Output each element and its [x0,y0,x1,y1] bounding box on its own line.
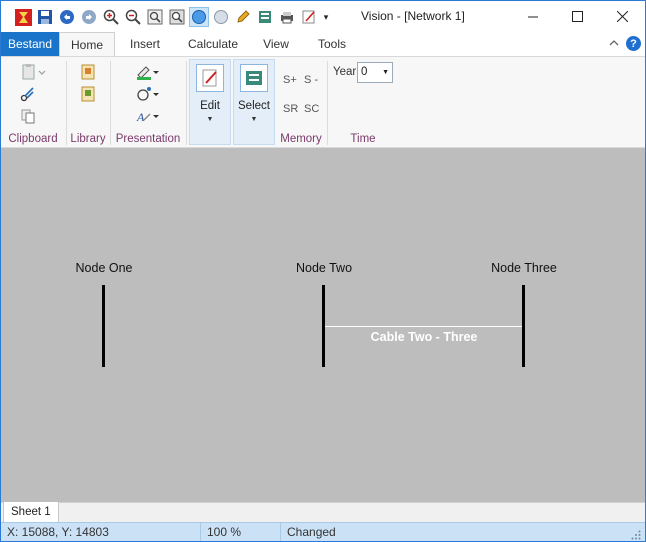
group-separator [186,61,187,145]
year-label: Year [333,66,357,78]
tab-calculate[interactable]: Calculate [181,32,245,56]
cable-line[interactable] [325,326,522,327]
node-label: Node Two [295,261,353,275]
node-label: Node Three [491,261,557,275]
group-label-library: Library [70,133,106,145]
maximize-button[interactable] [554,1,600,31]
node-busbar-one[interactable] [102,285,105,367]
status-bar: X: 15088, Y: 14803 100 % Changed [1,522,645,541]
memory-clear-button[interactable]: S - [304,74,318,86]
circle-mode-icon[interactable] [211,7,231,27]
sheet-tab[interactable]: Sheet 1 [3,502,59,523]
pencil-icon[interactable] [233,7,253,27]
select-label: Select [238,100,270,112]
app-logo-icon[interactable] [13,7,33,27]
group-label-time: Time [350,133,376,145]
status-coordinates: X: 15088, Y: 14803 [1,523,201,541]
chevron-down-icon: ▼ [382,69,389,76]
zoom-all-icon[interactable] [167,7,187,27]
tab-view[interactable]: View [253,32,299,56]
cable-label: Cable Two - Three [370,330,478,344]
quick-access-toolbar: ▾ [13,6,331,28]
edit-note-icon[interactable] [299,7,319,27]
edit-icon [196,64,224,92]
group-clipboard: Clipboard [1,57,65,148]
select-mode-icon[interactable] [189,7,209,27]
ribbon-tabs: Bestand Home Insert Calculate View Tools [1,32,645,57]
tab-home[interactable]: Home [59,32,115,57]
memory-store-button[interactable]: S+ [283,74,297,86]
group-memory: S+ S - SR SC Memory [277,57,325,148]
layers-icon[interactable] [255,7,275,27]
library-add-icon[interactable] [79,85,97,103]
minimize-button[interactable] [510,1,556,31]
app-window: ▾ Vision - [Network 1] Bestand Home Inse… [0,0,646,542]
zoom-window-icon[interactable] [145,7,165,27]
text-style-button[interactable]: A [135,107,161,125]
edit-button[interactable]: Edit ▼ [189,59,231,145]
group-library: Library [67,57,109,148]
save-icon[interactable] [35,7,55,27]
window-title: Vision - [Network 1] [361,9,465,23]
year-value: 0 [361,66,368,78]
paste-button[interactable] [21,63,47,81]
tab-insert[interactable]: Insert [119,32,171,56]
network-canvas[interactable]: Node One Node Two Node Three Cable Two -… [1,148,645,502]
zoom-out-icon[interactable] [123,7,143,27]
status-state: Changed [287,525,336,539]
copy-icon[interactable] [19,107,37,125]
select-button[interactable]: Select ▼ [233,59,275,145]
title-bar: ▾ Vision - [Network 1] [1,1,645,32]
svg-text:A: A [136,110,145,124]
group-label-clipboard: Clipboard [8,133,58,145]
undo-icon[interactable] [57,7,77,27]
resize-grip-icon[interactable] [631,529,641,540]
select-icon [240,64,268,92]
collapse-ribbon-icon[interactable] [607,35,621,49]
node-busbar-three[interactable] [522,285,525,367]
close-button[interactable] [599,1,645,31]
cut-icon[interactable] [19,85,37,103]
memory-recall-button[interactable]: SR [283,103,298,115]
help-icon[interactable]: ? [626,36,641,51]
node-label: Node One [75,261,133,275]
chevron-down-icon: ▼ [250,116,258,123]
ribbon: Clipboard Library A Presentation Edit ▼ … [1,56,645,148]
group-presentation: A Presentation [111,57,185,148]
status-zoom: 100 % [201,523,281,541]
group-label-memory: Memory [280,133,322,145]
line-color-button[interactable] [135,63,161,81]
print-icon[interactable] [277,7,297,27]
edit-label: Edit [200,100,220,112]
memory-sc-button[interactable]: SC [304,103,319,115]
zoom-in-icon[interactable] [101,7,121,27]
tab-tools[interactable]: Tools [307,32,357,56]
node-style-button[interactable] [135,85,161,103]
year-dropdown[interactable]: 0 ▼ [357,62,393,83]
customize-qat-icon[interactable]: ▾ [321,7,331,27]
sheet-tab-bar: Sheet 1 [1,502,645,523]
tab-file[interactable]: Bestand [1,32,59,56]
group-label-presentation: Presentation [115,133,181,145]
library-open-icon[interactable] [79,63,97,81]
chevron-down-icon: ▼ [206,116,214,123]
redo-icon[interactable] [79,7,99,27]
